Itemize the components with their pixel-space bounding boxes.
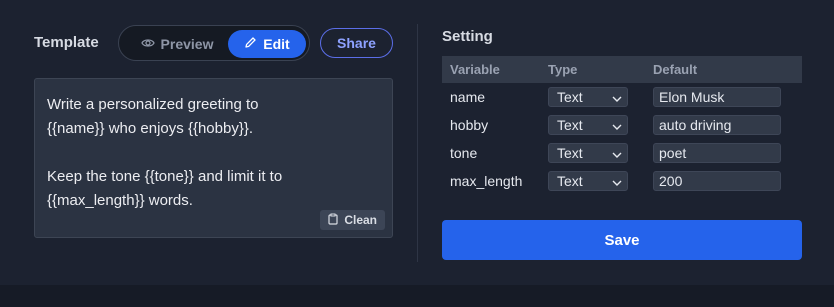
variables-table: Variable Type Default name Text hobby Te…	[442, 56, 802, 195]
table-row: max_length Text	[442, 167, 802, 195]
pencil-icon	[244, 36, 257, 52]
template-text[interactable]: Write a personalized greeting to {{name}…	[47, 93, 377, 213]
default-input[interactable]	[653, 115, 781, 135]
edit-button[interactable]: Edit	[228, 30, 306, 58]
chevron-down-icon	[612, 145, 622, 161]
clean-button[interactable]: Clean	[320, 210, 385, 230]
type-value: Text	[557, 145, 583, 161]
table-row: name Text	[442, 83, 802, 111]
type-select[interactable]: Text	[548, 87, 628, 107]
table-header: Variable Type Default	[442, 56, 802, 83]
template-label: Template	[34, 34, 99, 51]
column-header-variable: Variable	[450, 62, 500, 77]
type-select[interactable]: Text	[548, 143, 628, 163]
default-input[interactable]	[653, 171, 781, 191]
variable-name: name	[450, 89, 486, 105]
table-row: hobby Text	[442, 111, 802, 139]
variable-name: max_length	[450, 173, 523, 189]
template-editor[interactable]: Write a personalized greeting to {{name}…	[34, 78, 393, 238]
column-divider	[417, 24, 418, 262]
default-input[interactable]	[653, 143, 781, 163]
share-button[interactable]: Share	[320, 28, 393, 58]
setting-label: Setting	[442, 28, 493, 45]
clean-label: Clean	[344, 213, 377, 227]
chevron-down-icon	[612, 117, 622, 133]
eye-icon	[140, 36, 155, 52]
type-value: Text	[557, 89, 583, 105]
default-input[interactable]	[653, 87, 781, 107]
table-row: tone Text	[442, 139, 802, 167]
save-button[interactable]: Save	[442, 220, 802, 260]
chevron-down-icon	[612, 173, 622, 189]
clipboard-icon	[328, 213, 338, 228]
variable-name: tone	[450, 145, 478, 161]
variable-name: hobby	[450, 117, 489, 133]
preview-button[interactable]: Preview	[129, 31, 225, 57]
type-value: Text	[557, 173, 583, 189]
column-header-type: Type	[548, 62, 578, 77]
mode-toggle: Preview Edit	[118, 25, 310, 61]
type-select[interactable]: Text	[548, 171, 628, 191]
edit-label: Edit	[263, 36, 290, 52]
type-select[interactable]: Text	[548, 115, 628, 135]
bottom-shade	[0, 285, 834, 307]
preview-label: Preview	[160, 36, 214, 52]
chevron-down-icon	[612, 89, 622, 105]
type-value: Text	[557, 117, 583, 133]
column-header-default: Default	[653, 62, 698, 77]
